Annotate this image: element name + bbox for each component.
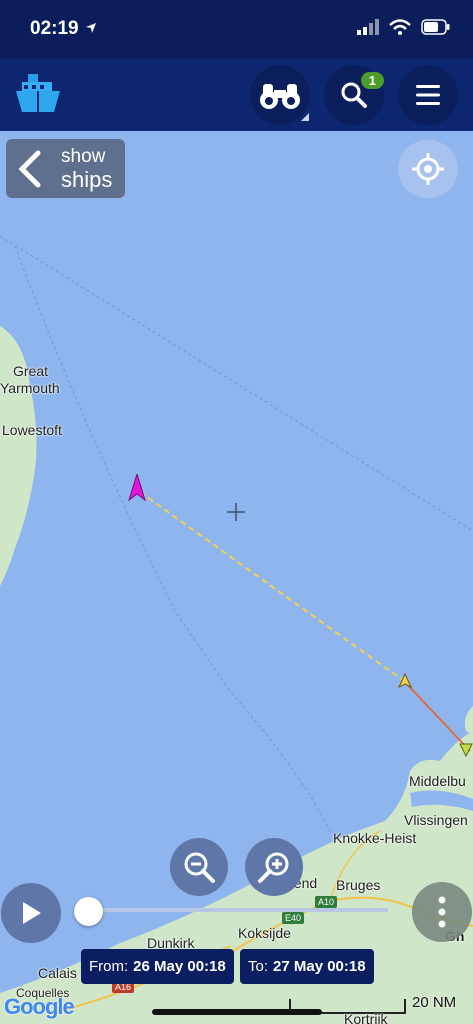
from-value: 26 May 00:18 [133, 958, 226, 975]
label-coquelles: Coquelles [16, 986, 70, 1000]
play-button[interactable] [1, 883, 61, 943]
binoculars-icon [260, 84, 300, 109]
to-date-chip[interactable]: To: 27 May 00:18 [240, 949, 374, 984]
play-icon [23, 902, 41, 924]
binoculars-button[interactable] [250, 65, 310, 125]
zoom-out-icon [184, 852, 215, 883]
home-indicator [152, 1009, 322, 1015]
label-lowestoft: Lowestoft [2, 422, 62, 438]
map-scale: 20 NM [412, 994, 457, 1011]
menu-button[interactable] [398, 65, 458, 125]
battery-icon [421, 19, 450, 35]
chevron-left-icon [18, 150, 41, 188]
timeline-slider-track[interactable] [88, 908, 388, 912]
road-e40: E40 [282, 912, 305, 924]
zoom-in-icon [258, 852, 289, 883]
timeline-slider-knob[interactable] [74, 897, 103, 926]
zoom-in-button[interactable] [245, 838, 303, 896]
status-icons [357, 19, 451, 35]
label-vlissingen: Vlissingen [404, 812, 468, 828]
zoom-out-button[interactable] [170, 838, 228, 896]
label-koksijde: Koksijde [238, 925, 291, 941]
search-badge: 1 [360, 72, 384, 89]
to-label: To: [248, 958, 269, 975]
label-yarmouth: Yarmouth [0, 380, 60, 396]
to-value: 27 May 00:18 [273, 958, 366, 975]
locate-button[interactable] [398, 140, 458, 198]
more-options-button[interactable] [412, 882, 472, 942]
crosshair-locate-icon [412, 153, 444, 185]
road-a10: A10 [315, 896, 338, 908]
app-header: 1 [0, 58, 473, 131]
label-great: Great [13, 363, 49, 379]
show-ships-line2: ships [61, 167, 113, 192]
from-label: From: [89, 958, 129, 975]
wifi-icon [389, 19, 411, 35]
map-canvas [0, 235, 473, 1024]
vessel-marker-icon[interactable] [128, 474, 146, 502]
track-end-icon[interactable] [459, 743, 473, 757]
label-calais: Calais [38, 965, 77, 981]
walcheren-landmass [464, 706, 473, 735]
show-ships-button[interactable]: show ships [6, 139, 125, 198]
label-bruges: Bruges [336, 877, 381, 893]
dropdown-corner-icon [301, 113, 309, 121]
search-button[interactable]: 1 [324, 65, 384, 125]
label-knokke-heist: Knokke-Heist [333, 830, 417, 846]
ship-logo-icon[interactable] [14, 74, 62, 119]
track-point-icon[interactable] [398, 673, 412, 689]
hamburger-menu-icon [416, 85, 440, 105]
more-vertical-icon [438, 896, 446, 928]
status-time: 02:19 [30, 18, 79, 39]
map-view[interactable]: Great Yarmouth Lowestoft Middelbu Vlissi… [0, 131, 473, 1024]
cellular-signal-icon [357, 19, 379, 35]
location-arrow-icon [86, 23, 96, 33]
from-date-chip[interactable]: From: 26 May 00:18 [81, 949, 234, 984]
label-middelburg: Middelbu [409, 773, 466, 789]
show-ships-line1: show [61, 146, 106, 167]
label-kortrijk: Kortrijk [344, 1011, 388, 1024]
status-bar: 02:19 [0, 0, 473, 58]
